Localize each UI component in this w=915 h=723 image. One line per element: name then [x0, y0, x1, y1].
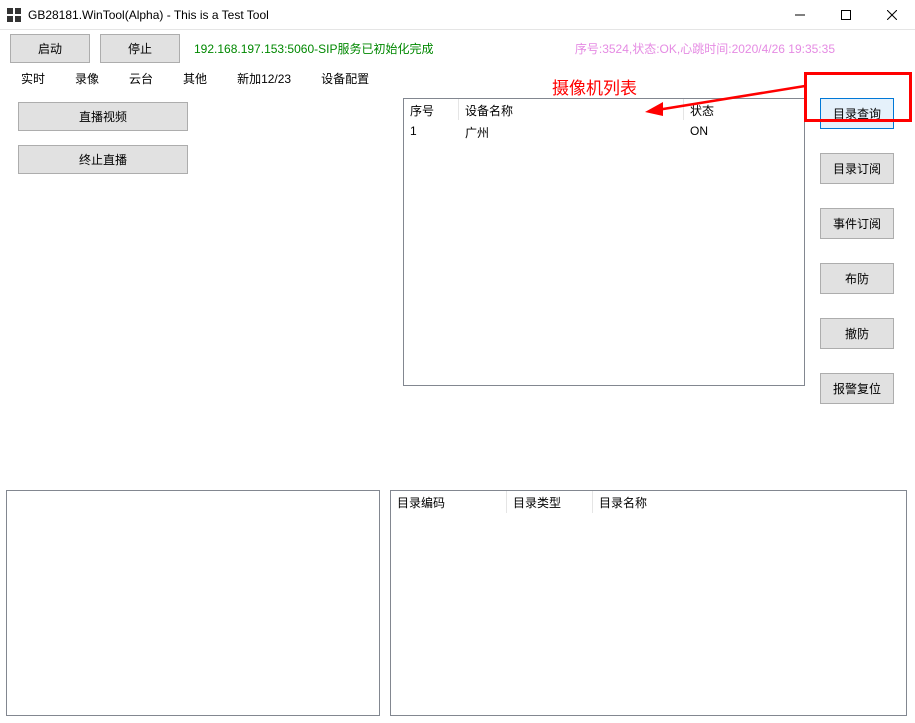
- topbar: 启动 停止 192.168.197.153:5060-SIP服务已初始化完成 序…: [0, 30, 915, 66]
- close-button[interactable]: [869, 0, 915, 29]
- device-cell-status: ON: [684, 121, 794, 143]
- start-button[interactable]: 启动: [10, 34, 90, 63]
- tabs: 实时 录像 云台 其他 新加12/23 设备配置: [0, 66, 915, 90]
- event-subscribe-button[interactable]: 事件订阅: [820, 208, 894, 239]
- main-row: 摄像机列表 直播视频 终止直播 序号 设备名称 状态 1 广州 ON 目录查询 …: [0, 90, 915, 390]
- tab-deviceconfig[interactable]: 设备配置: [308, 66, 382, 89]
- catalog-col-name[interactable]: 目录名称: [593, 491, 906, 513]
- heartbeat-status: 序号:3524,状态:OK,心跳时间:2020/4/26 19:35:35: [575, 40, 835, 57]
- arm-button[interactable]: 布防: [820, 263, 894, 294]
- device-cell-name: 广州: [459, 121, 684, 143]
- window-controls: [777, 0, 915, 29]
- stop-live-button[interactable]: 终止直播: [18, 145, 188, 174]
- tab-other[interactable]: 其他: [170, 66, 220, 89]
- table-row[interactable]: 1 广州 ON: [404, 121, 804, 143]
- tab-recording[interactable]: 录像: [62, 66, 112, 89]
- minimize-button[interactable]: [777, 0, 823, 29]
- tab-realtime[interactable]: 实时: [8, 66, 58, 89]
- catalog-subscribe-button[interactable]: 目录订阅: [820, 153, 894, 184]
- tab-new1223[interactable]: 新加12/23: [224, 66, 304, 89]
- window-title: GB28181.WinTool(Alpha) - This is a Test …: [28, 8, 777, 22]
- device-col-name[interactable]: 设备名称: [459, 99, 684, 120]
- device-table[interactable]: 序号 设备名称 状态 1 广州 ON: [403, 98, 805, 386]
- catalog-col-type[interactable]: 目录类型: [507, 491, 593, 513]
- catalog-panel[interactable]: 目录编码 目录类型 目录名称: [390, 490, 907, 716]
- device-col-status[interactable]: 状态: [684, 99, 794, 120]
- device-col-index[interactable]: 序号: [404, 99, 459, 120]
- catalog-table-header: 目录编码 目录类型 目录名称: [391, 491, 906, 513]
- annotation-highlight-box: [804, 72, 912, 122]
- bottom-left-panel[interactable]: [6, 490, 380, 716]
- device-cell-index: 1: [404, 121, 459, 143]
- maximize-button[interactable]: [823, 0, 869, 29]
- tab-ptz[interactable]: 云台: [116, 66, 166, 89]
- app-icon: [6, 7, 22, 23]
- titlebar: GB28181.WinTool(Alpha) - This is a Test …: [0, 0, 915, 30]
- live-video-button[interactable]: 直播视频: [18, 102, 188, 131]
- alarm-reset-button[interactable]: 报警复位: [820, 373, 894, 404]
- annotation-camera-list-label: 摄像机列表: [552, 74, 637, 99]
- disarm-button[interactable]: 撤防: [820, 318, 894, 349]
- sip-status: 192.168.197.153:5060-SIP服务已初始化完成: [194, 40, 433, 57]
- bottom-row: 目录编码 目录类型 目录名称: [6, 490, 907, 716]
- device-table-header: 序号 设备名称 状态: [404, 99, 804, 121]
- left-column: 直播视频 终止直播: [0, 90, 200, 174]
- catalog-col-code[interactable]: 目录编码: [391, 491, 507, 513]
- stop-button[interactable]: 停止: [100, 34, 180, 63]
- right-column: 目录查询 目录订阅 事件订阅 布防 撤防 报警复位: [820, 98, 904, 404]
